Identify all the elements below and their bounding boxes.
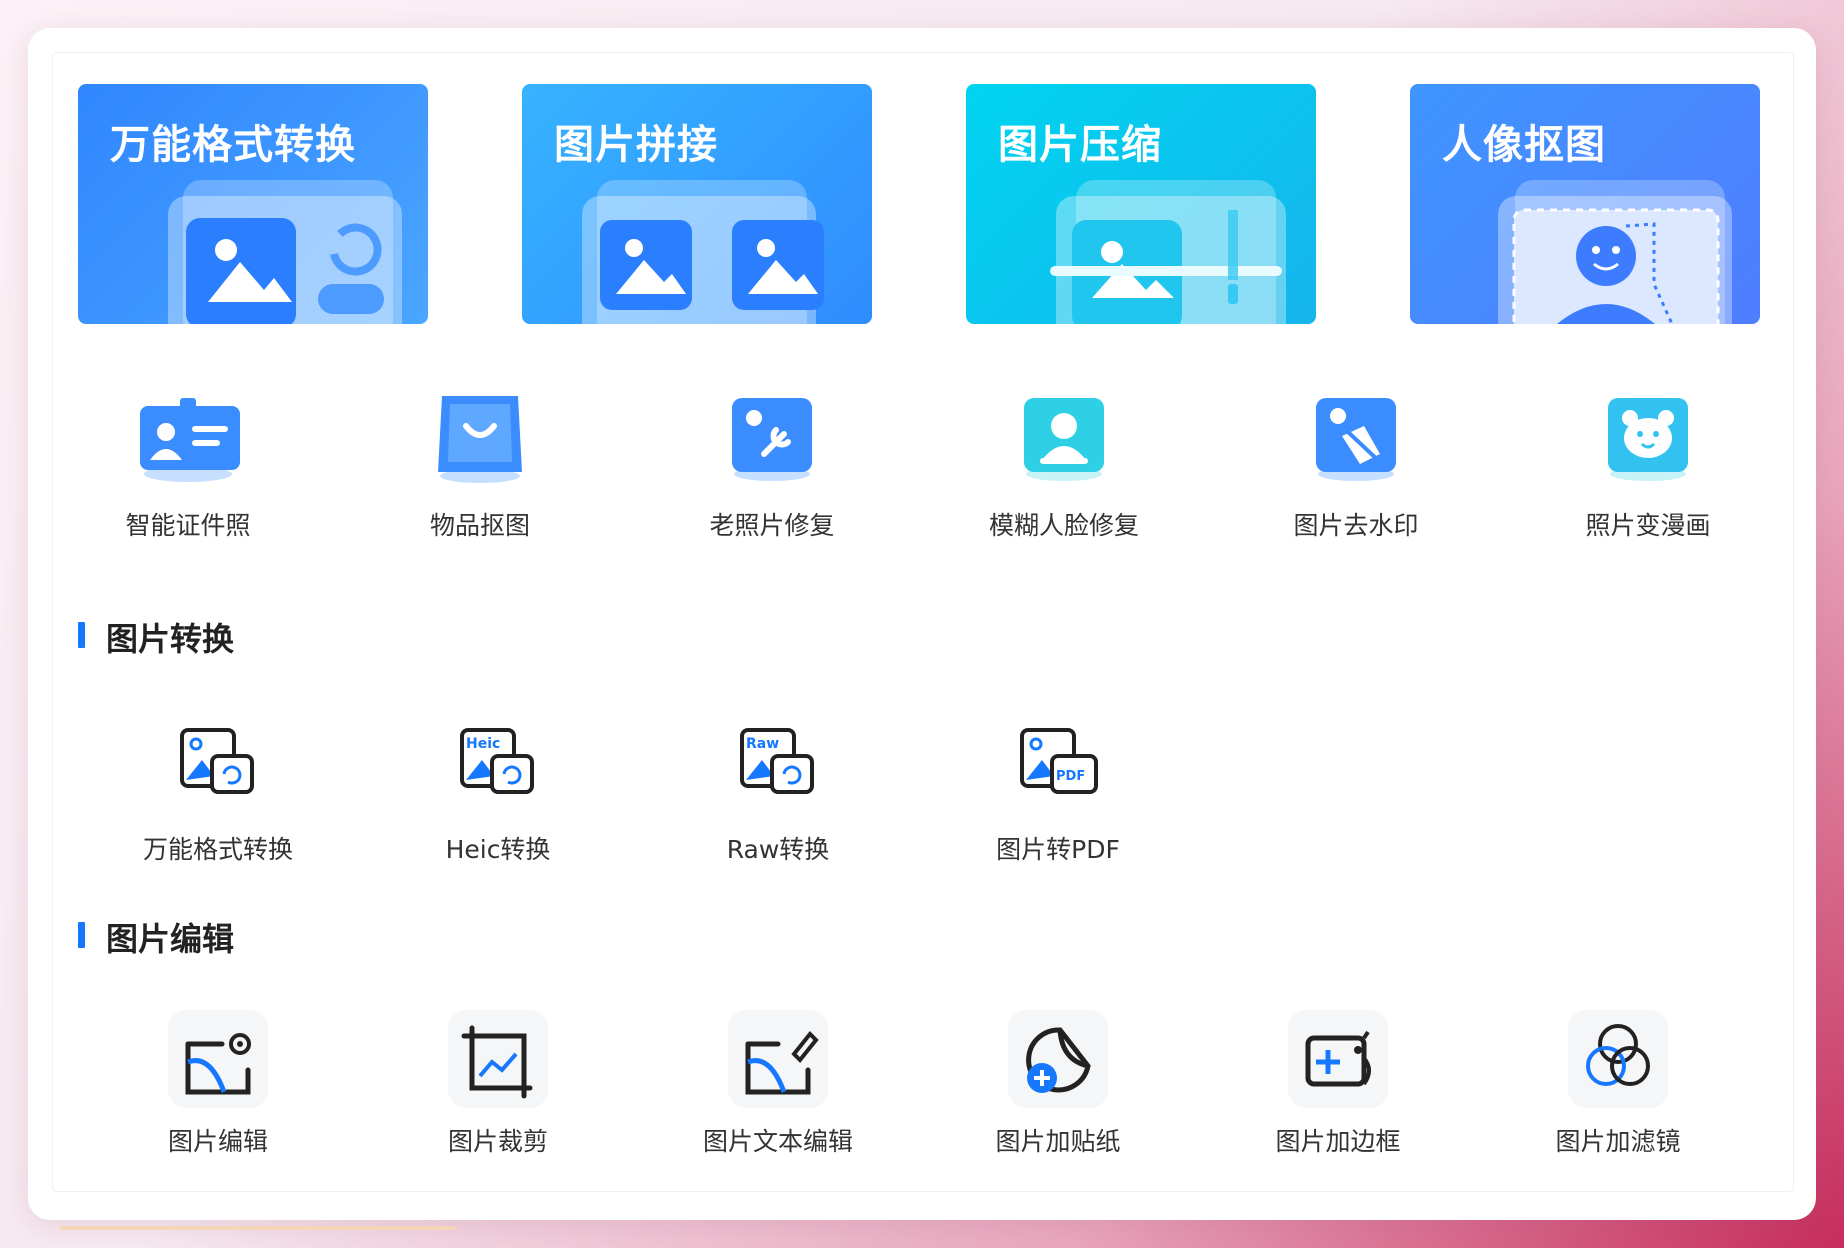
id-card-icon bbox=[140, 398, 240, 482]
section-accent-bar bbox=[78, 922, 85, 948]
banner-image-stitch[interactable]: 图片拼接 bbox=[522, 84, 872, 324]
feature-label: 老照片修复 bbox=[709, 511, 835, 540]
section-title: 图片转换 bbox=[106, 620, 235, 658]
bear-face-icon bbox=[1608, 398, 1688, 481]
tool-label: 图片文本编辑 bbox=[702, 1127, 853, 1156]
banner-portrait-cutout[interactable]: 人像抠图 bbox=[1410, 84, 1760, 324]
tool-label: 图片加贴纸 bbox=[995, 1127, 1121, 1156]
tool-label: 万能格式转换 bbox=[142, 835, 293, 864]
tool-image-filter[interactable]: 图片加滤镜 bbox=[1498, 1010, 1738, 1158]
raw-convert-icon: Raw bbox=[740, 728, 814, 794]
tool-label: 图片编辑 bbox=[167, 1127, 268, 1156]
feature-object-cutout[interactable]: 物品抠图 bbox=[380, 392, 580, 542]
banner-format-convert[interactable]: 万能格式转换 bbox=[78, 84, 428, 324]
tool-raw-convert[interactable]: Raw Raw转换 bbox=[658, 718, 898, 866]
feature-label: 模糊人脸修复 bbox=[988, 511, 1139, 540]
feature-photo-to-cartoon[interactable]: 照片变漫画 bbox=[1548, 392, 1748, 542]
crop-icon bbox=[448, 1010, 548, 1108]
tool-label: 图片加边框 bbox=[1275, 1127, 1401, 1156]
photo-wrench-icon bbox=[732, 398, 812, 481]
image-to-pdf-icon: PDF bbox=[1020, 728, 1098, 794]
tool-label: Raw转换 bbox=[726, 835, 830, 864]
svg-text:Raw: Raw bbox=[746, 736, 779, 752]
feature-smart-id-photo[interactable]: 智能证件照 bbox=[88, 392, 288, 542]
tool-image-frame[interactable]: 图片加边框 bbox=[1218, 1010, 1458, 1158]
tool-label: 图片加滤镜 bbox=[1555, 1127, 1681, 1156]
tool-image-to-pdf[interactable]: PDF 图片转PDF bbox=[938, 718, 1178, 866]
tool-label: 图片裁剪 bbox=[447, 1127, 548, 1156]
frame-icon bbox=[1288, 1010, 1388, 1108]
feature-label: 智能证件照 bbox=[125, 511, 251, 540]
section-title: 图片编辑 bbox=[106, 920, 235, 958]
bottom-accent-bar bbox=[60, 1226, 456, 1230]
shopping-bag-icon bbox=[438, 396, 522, 483]
tool-label: 图片转PDF bbox=[996, 835, 1120, 864]
tool-image-edit[interactable]: 图片编辑 bbox=[98, 1010, 338, 1158]
tool-format-convert[interactable]: 万能格式转换 bbox=[98, 718, 338, 866]
image-text-edit-icon bbox=[728, 1010, 828, 1108]
tool-label: Heic转换 bbox=[445, 835, 551, 864]
banner-title: 图片压缩 bbox=[998, 122, 1162, 168]
svg-text:PDF: PDF bbox=[1056, 769, 1085, 784]
svg-text:Heic: Heic bbox=[466, 736, 500, 752]
erase-watermark-icon bbox=[1316, 398, 1396, 481]
feature-label: 照片变漫画 bbox=[1585, 511, 1711, 540]
heic-convert-icon: Heic bbox=[460, 728, 534, 794]
banner-title: 图片拼接 bbox=[554, 122, 718, 168]
feature-blur-face-restore[interactable]: 模糊人脸修复 bbox=[964, 392, 1164, 542]
format-convert-icon bbox=[180, 728, 254, 794]
tool-image-crop[interactable]: 图片裁剪 bbox=[378, 1010, 618, 1158]
tool-image-text-edit[interactable]: 图片文本编辑 bbox=[658, 1010, 898, 1158]
banner-title: 人像抠图 bbox=[1442, 122, 1606, 168]
feature-old-photo-restore[interactable]: 老照片修复 bbox=[672, 392, 872, 542]
filter-icon bbox=[1568, 1010, 1668, 1108]
sticker-icon bbox=[1008, 1010, 1108, 1108]
feature-label: 物品抠图 bbox=[429, 511, 530, 540]
feature-remove-watermark[interactable]: 图片去水印 bbox=[1256, 392, 1456, 542]
image-settings-icon bbox=[168, 1010, 268, 1108]
tool-heic-convert[interactable]: Heic Heic转换 bbox=[378, 718, 618, 866]
banner-image-compress[interactable]: 图片压缩 bbox=[966, 84, 1316, 324]
tool-image-sticker[interactable]: 图片加贴纸 bbox=[938, 1010, 1178, 1158]
feature-label: 图片去水印 bbox=[1293, 511, 1419, 540]
person-portrait-icon bbox=[1024, 398, 1104, 481]
banner-title: 万能格式转换 bbox=[110, 122, 356, 168]
section-accent-bar bbox=[78, 622, 85, 648]
